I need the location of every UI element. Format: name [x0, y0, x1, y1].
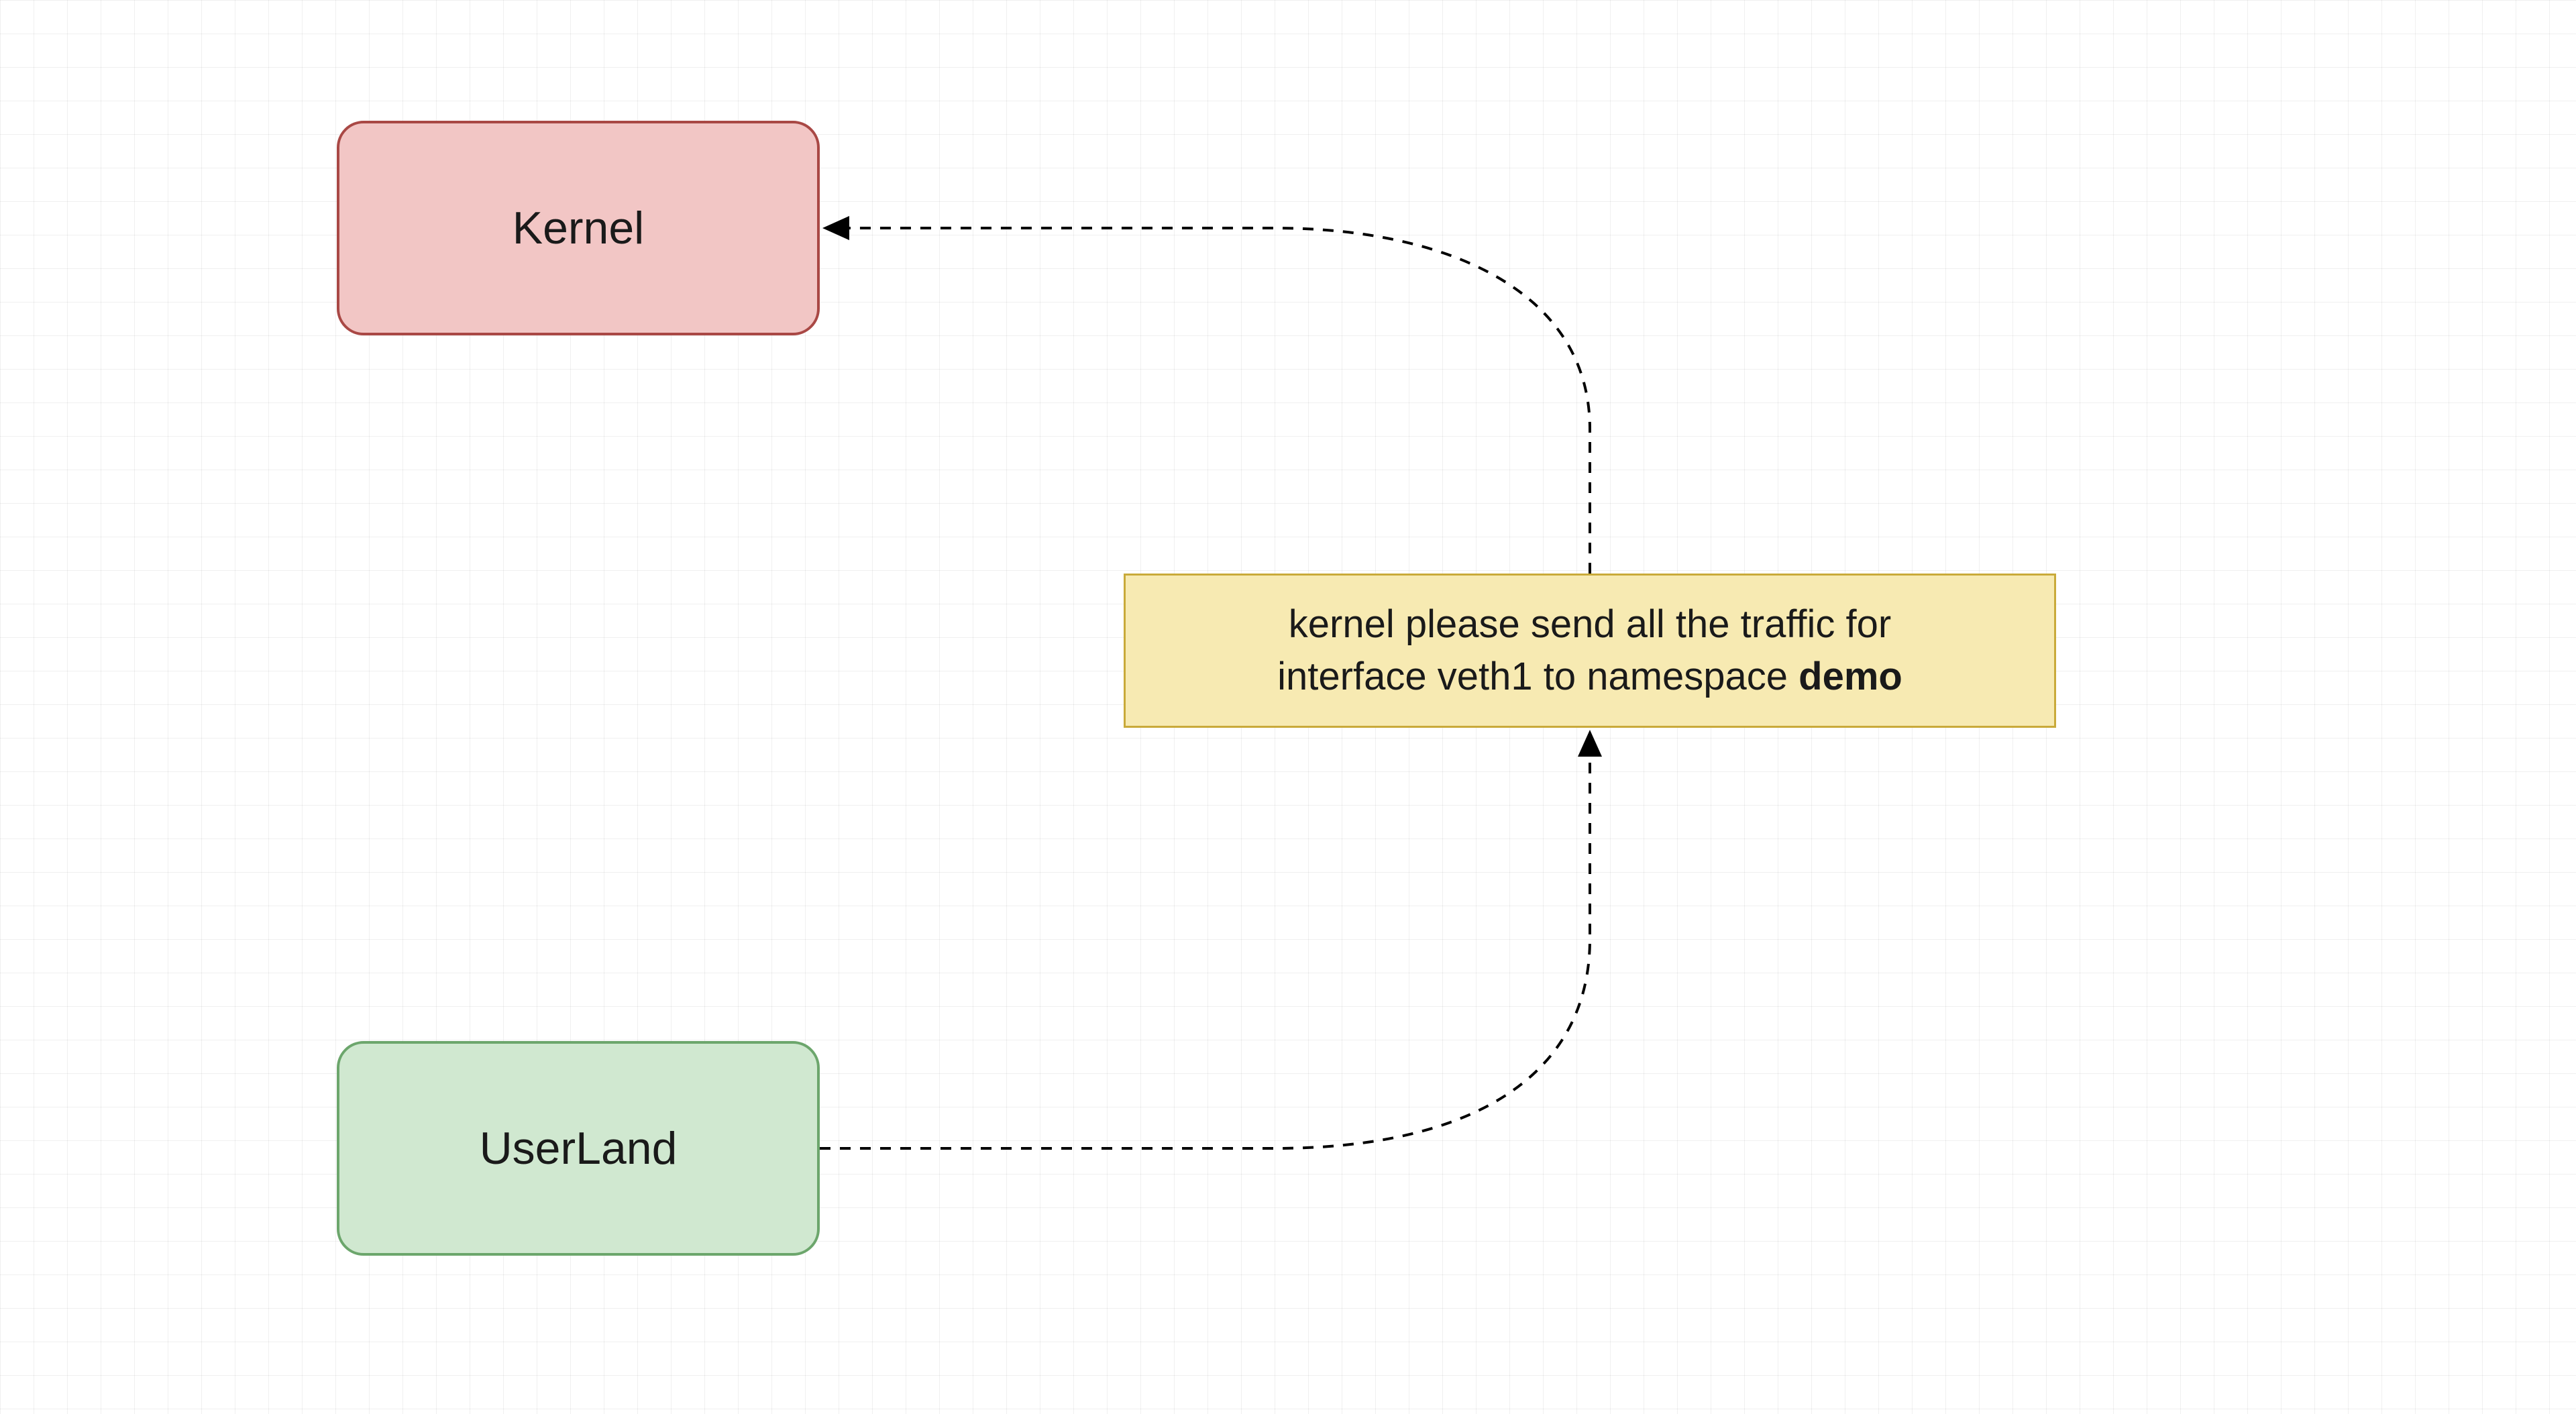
message-note-text: kernel please send all the traffic for i… — [1277, 598, 1902, 704]
note-line-1: kernel please send all the traffic for — [1289, 602, 1891, 646]
kernel-label: Kernel — [513, 202, 645, 254]
note-line-2-prefix: interface veth1 to namespace — [1277, 655, 1799, 698]
kernel-node: Kernel — [337, 121, 820, 335]
userland-node: UserLand — [337, 1041, 820, 1256]
diagram-canvas: Kernel UserLand kernel please send all t… — [0, 0, 2576, 1414]
message-note: kernel please send all the traffic for i… — [1124, 574, 2056, 728]
note-line-2-bold: demo — [1799, 655, 1902, 698]
userland-label: UserLand — [480, 1122, 678, 1175]
